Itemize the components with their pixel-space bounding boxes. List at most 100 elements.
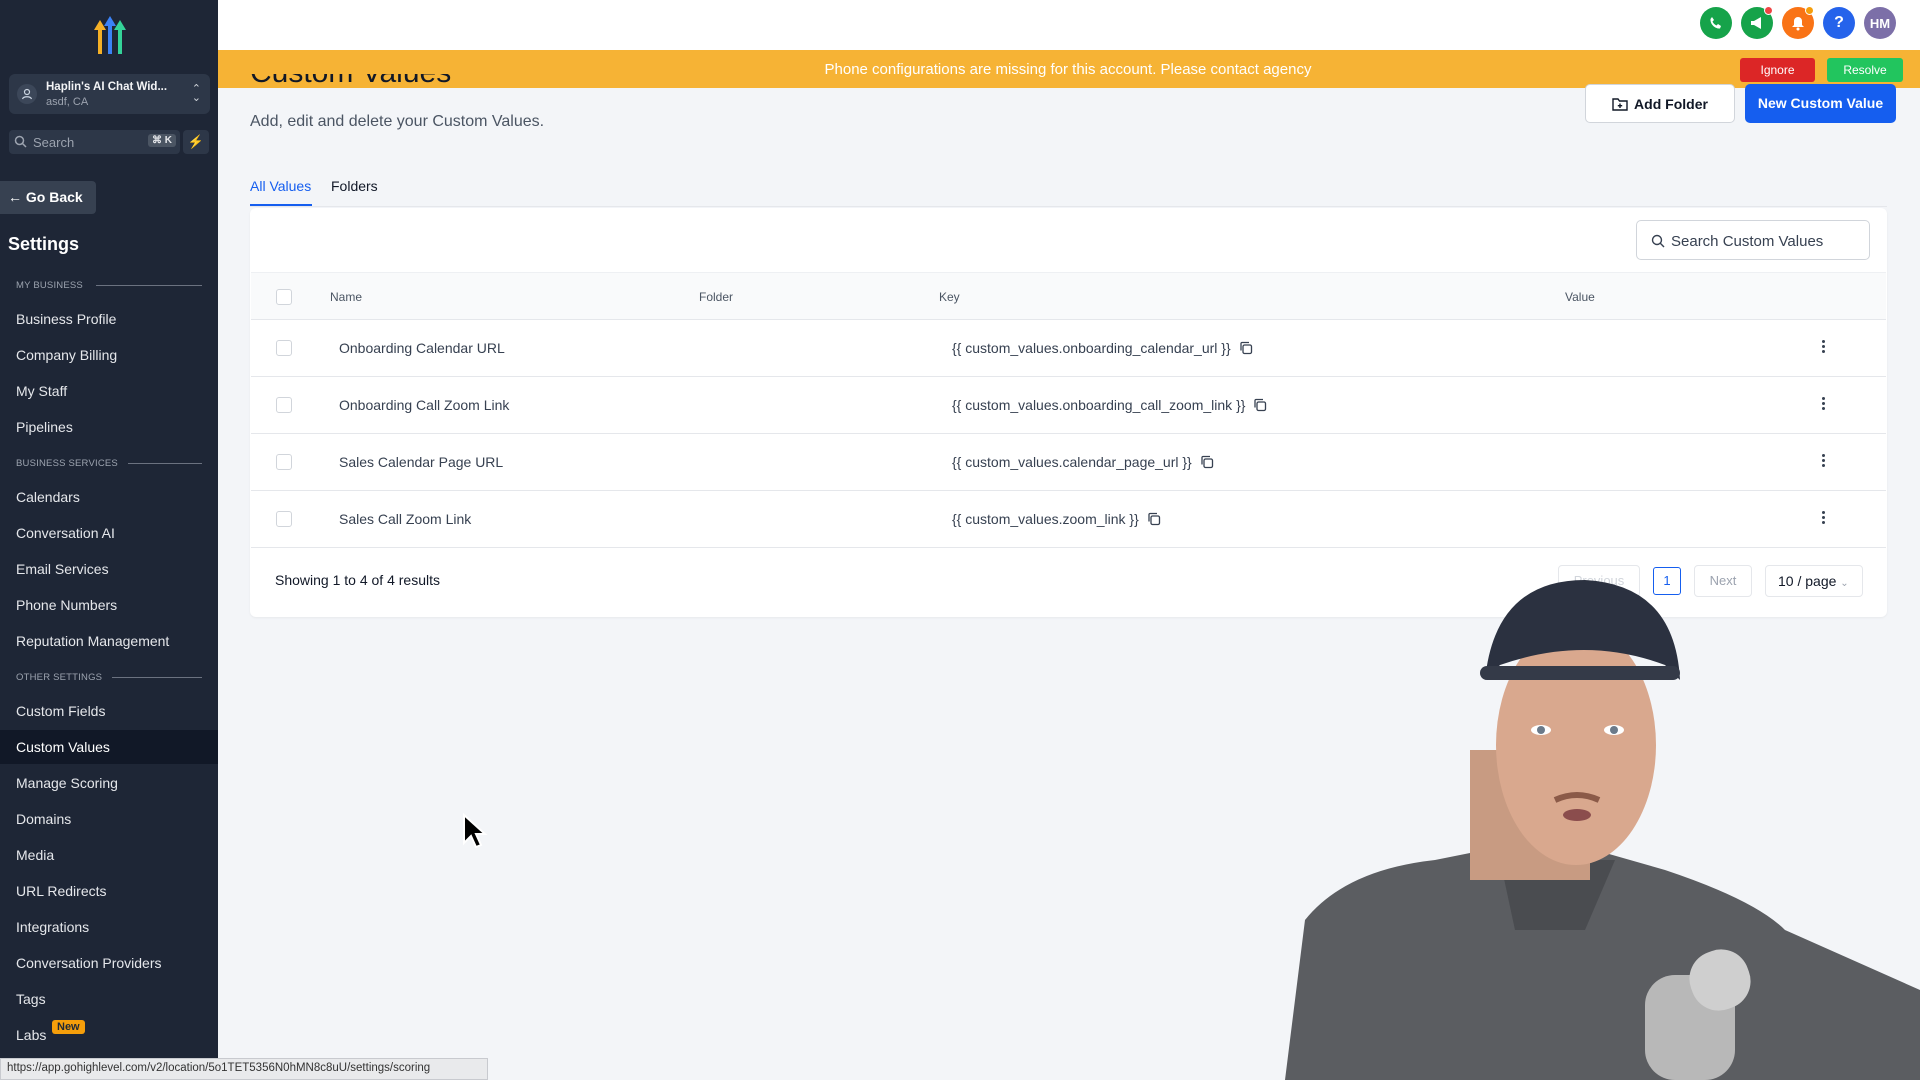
mouse-cursor-icon — [463, 813, 488, 849]
custom-values-search-input[interactable]: Search Custom Values — [1636, 220, 1870, 260]
page-subtitle: Add, edit and delete your Custom Values. — [250, 113, 545, 130]
labs-new-badge: New — [52, 1020, 85, 1034]
app-logo[interactable] — [88, 16, 132, 56]
notification-dot — [1764, 6, 1773, 15]
section-other-settings: OTHER SETTINGS — [16, 672, 103, 683]
row-key: {{ custom_values.onboarding_calendar_url… — [952, 340, 1253, 356]
quick-action-bolt-icon[interactable]: ⚡ — [183, 130, 209, 154]
column-folder[interactable]: Folder — [699, 290, 733, 304]
page-title: Custom Values — [250, 74, 451, 88]
column-name[interactable]: Name — [330, 290, 362, 304]
copy-icon[interactable] — [1239, 341, 1253, 355]
location-icon — [17, 84, 37, 104]
go-back-label: Go Back — [25, 189, 83, 205]
row-name[interactable]: Onboarding Calendar URL — [339, 340, 505, 356]
sidebar-item-url-redirects[interactable]: URL Redirects — [0, 874, 218, 908]
search-icon — [14, 135, 27, 148]
sidebar-item-labs[interactable]: Labs — [0, 1018, 218, 1052]
table-row: Sales Call Zoom Link {{ custom_values.zo… — [251, 491, 1886, 548]
account-location: asdf, CA — [46, 96, 89, 108]
sidebar-item-integrations[interactable]: Integrations — [0, 910, 218, 944]
sidebar-item-conversation-providers[interactable]: Conversation Providers — [0, 946, 218, 980]
table-row: Sales Calendar Page URL {{ custom_values… — [251, 434, 1886, 491]
column-value[interactable]: Value — [1565, 290, 1595, 304]
section-divider — [112, 677, 202, 678]
phone-icon[interactable] — [1700, 7, 1732, 39]
go-back-button[interactable]: ← Go Back — [0, 181, 96, 214]
sidebar-item-reputation-management[interactable]: Reputation Management — [0, 624, 218, 658]
sidebar-item-custom-fields[interactable]: Custom Fields — [0, 694, 218, 728]
sidebar-item-manage-scoring[interactable]: Manage Scoring — [0, 766, 218, 800]
sidebar-item-tags[interactable]: Tags — [0, 982, 218, 1016]
row-checkbox[interactable] — [276, 340, 292, 356]
copy-icon[interactable] — [1253, 398, 1267, 412]
more-vertical-icon[interactable] — [1819, 452, 1827, 472]
row-name[interactable]: Sales Call Zoom Link — [339, 511, 471, 527]
sidebar-item-my-staff[interactable]: My Staff — [0, 374, 218, 408]
tab-folders[interactable]: Folders — [331, 178, 378, 194]
section-my-business: MY BUSINESS — [16, 280, 83, 291]
banner-message: Phone configurations are missing for thi… — [824, 61, 1312, 78]
top-bar: ? HM — [218, 0, 1920, 50]
status-bar-url: https://app.gohighlevel.com/v2/location/… — [0, 1058, 488, 1080]
sidebar-item-calendars[interactable]: Calendars — [0, 480, 218, 514]
sidebar-item-email-services[interactable]: Email Services — [0, 552, 218, 586]
webcam-presenter-overlay — [1285, 580, 1920, 1080]
more-vertical-icon[interactable] — [1819, 509, 1827, 529]
help-icon[interactable]: ? — [1823, 7, 1855, 39]
search-icon — [1651, 234, 1665, 248]
section-divider — [96, 285, 202, 286]
row-checkbox[interactable] — [276, 397, 292, 413]
copy-icon[interactable] — [1147, 512, 1161, 526]
megaphone-icon[interactable] — [1741, 6, 1773, 39]
row-name[interactable]: Onboarding Call Zoom Link — [339, 397, 509, 413]
tab-all-values[interactable]: All Values — [250, 178, 311, 194]
resolve-button[interactable]: Resolve — [1827, 58, 1903, 82]
row-key: {{ custom_values.onboarding_call_zoom_li… — [952, 397, 1267, 413]
avatar[interactable]: HM — [1864, 7, 1896, 39]
sidebar-search[interactable]: Search ⌘ K — [9, 130, 180, 154]
sidebar-item-phone-numbers[interactable]: Phone Numbers — [0, 588, 218, 622]
sidebar-item-company-billing[interactable]: Company Billing — [0, 338, 218, 372]
active-tab-indicator — [250, 204, 312, 206]
sidebar-item-conversation-ai[interactable]: Conversation AI — [0, 516, 218, 550]
row-checkbox[interactable] — [276, 454, 292, 470]
table-header: Name Folder Key Value — [251, 272, 1886, 320]
sidebar: Haplin's AI Chat Wid... asdf, CA ⌃ ⌄ Sear… — [0, 0, 218, 1080]
help-label: ? — [1834, 14, 1844, 31]
row-key: {{ custom_values.calendar_page_url }} — [952, 454, 1214, 470]
ignore-button[interactable]: Ignore — [1740, 58, 1815, 82]
avatar-initials: HM — [1869, 15, 1891, 31]
warning-banner: Phone configurations are missing for thi… — [218, 50, 1920, 88]
add-folder-button[interactable]: Add Folder — [1585, 84, 1735, 123]
row-name[interactable]: Sales Calendar Page URL — [339, 454, 503, 470]
table-row: Onboarding Call Zoom Link {{ custom_valu… — [251, 377, 1886, 434]
chevron-updown-icon: ⌃ ⌄ — [191, 83, 201, 104]
sidebar-item-pipelines[interactable]: Pipelines — [0, 410, 218, 444]
account-name: Haplin's AI Chat Wid... — [46, 81, 168, 93]
arrow-left-icon: ← — [8, 189, 22, 205]
add-folder-label: Add Folder — [1634, 95, 1708, 112]
sidebar-item-custom-values[interactable]: Custom Values — [0, 730, 218, 764]
select-all-checkbox[interactable] — [276, 289, 292, 305]
tabs-divider — [250, 206, 1887, 207]
copy-icon[interactable] — [1200, 455, 1214, 469]
table-row: Onboarding Calendar URL {{ custom_values… — [251, 320, 1886, 377]
bell-icon[interactable] — [1782, 6, 1814, 39]
sidebar-item-business-profile[interactable]: Business Profile — [0, 302, 218, 336]
column-key[interactable]: Key — [939, 290, 960, 304]
results-summary: Showing 1 to 4 of 4 results — [275, 572, 440, 588]
notification-dot — [1805, 6, 1814, 15]
sidebar-item-domains[interactable]: Domains — [0, 802, 218, 836]
account-switcher[interactable]: Haplin's AI Chat Wid... asdf, CA ⌃ ⌄ — [9, 74, 210, 114]
new-custom-value-button[interactable]: New Custom Value — [1745, 84, 1896, 123]
section-business-services: BUSINESS SERVICES — [16, 458, 118, 469]
shortcut-badge: ⌘ K — [148, 134, 176, 147]
more-vertical-icon[interactable] — [1819, 338, 1827, 358]
more-vertical-icon[interactable] — [1819, 395, 1827, 415]
search-placeholder: Search Custom Values — [1671, 233, 1824, 250]
row-checkbox[interactable] — [276, 511, 292, 527]
folder-plus-icon — [1612, 97, 1628, 111]
sidebar-item-media[interactable]: Media — [0, 838, 218, 872]
sidebar-search-placeholder: Search — [33, 135, 75, 150]
